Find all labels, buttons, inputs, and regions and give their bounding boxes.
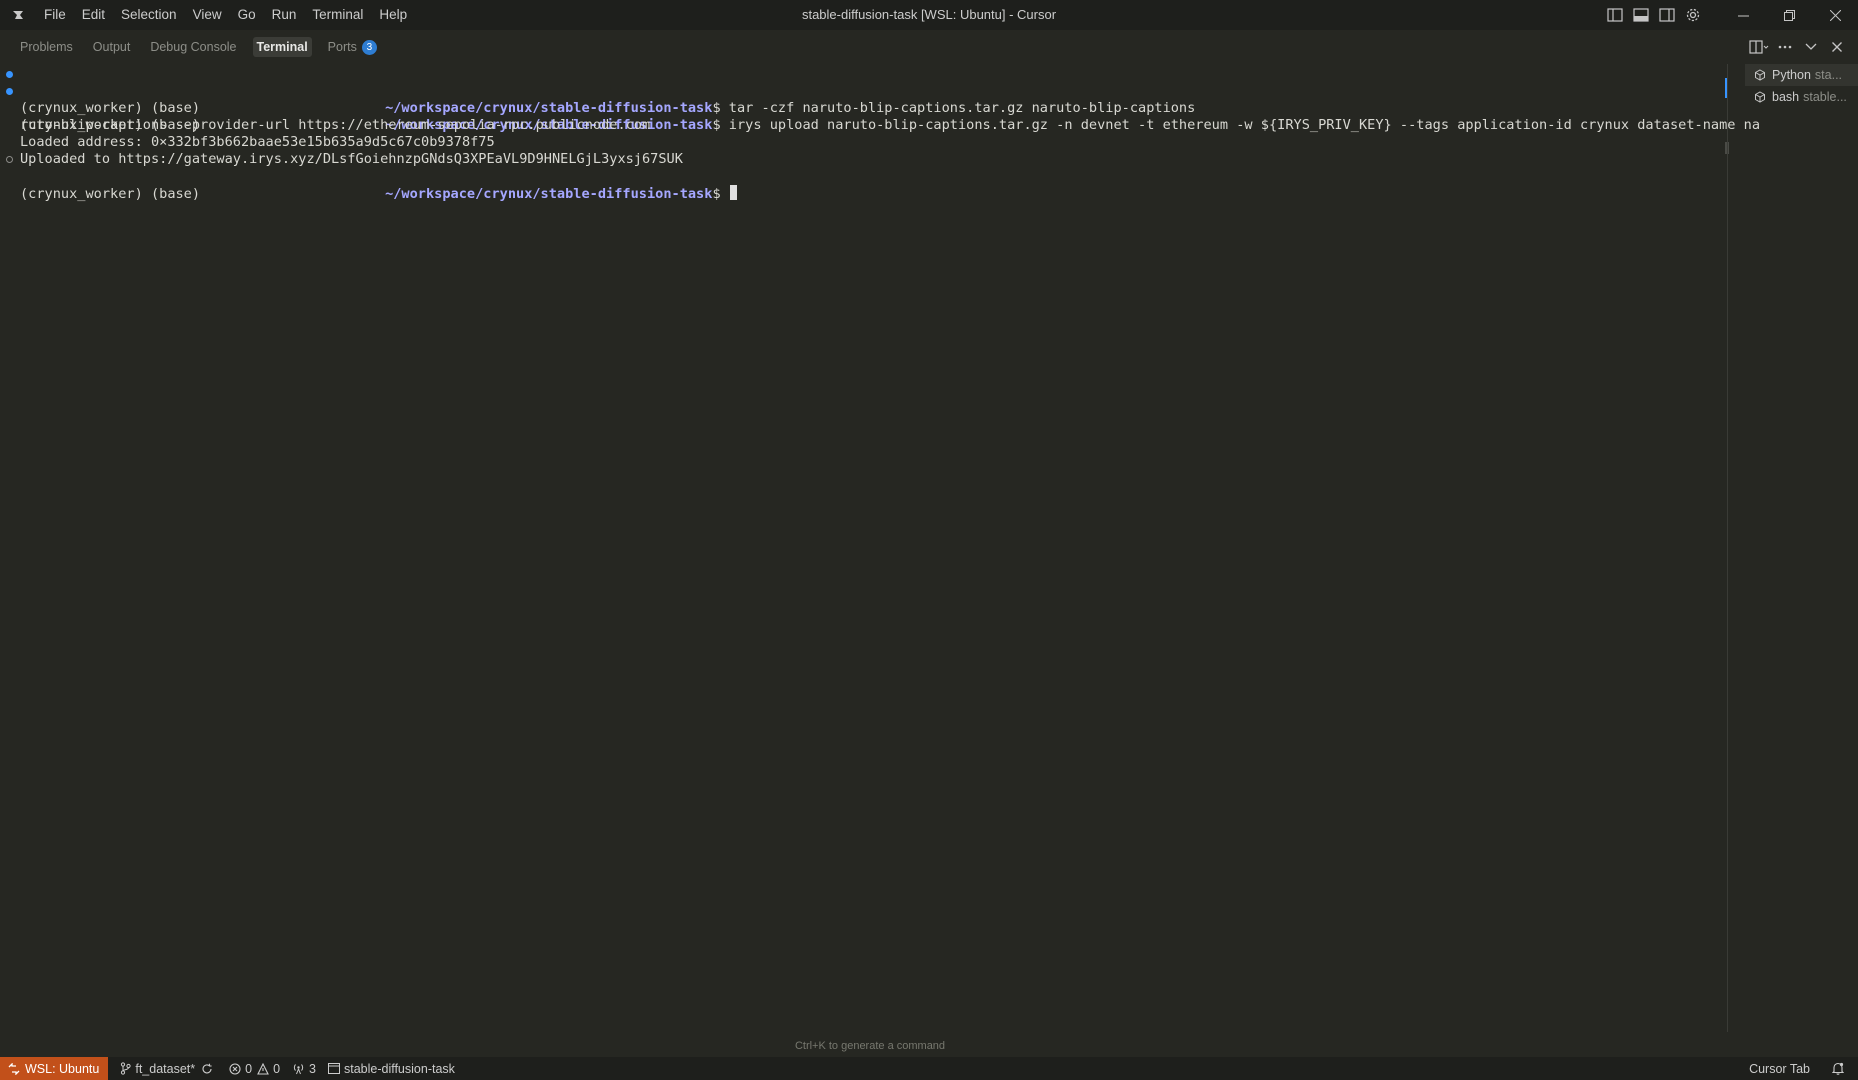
sync-icon[interactable]: [201, 1063, 213, 1075]
settings-gear-icon[interactable]: [1680, 0, 1706, 30]
tab-output[interactable]: Output: [83, 30, 141, 64]
status-bar: WSL: Ubuntu ft_dataset* 0 0 3 stable-dif…: [0, 1057, 1858, 1080]
menu-help[interactable]: Help: [371, 0, 415, 30]
terminal-line: Uploaded to https://gateway.irys.xyz/DLs…: [0, 134, 683, 167]
output-loaded-address: Loaded address: 0×332bf3b662baae53e15b63…: [20, 134, 495, 150]
command-text: irys upload naruto-blip-captions.tar.gz …: [720, 117, 1761, 133]
command-decoration-icon[interactable]: [6, 156, 13, 163]
title-bar-controls: [1602, 0, 1858, 30]
terminal-line: (crynux_worker) (base) ~/workspace/crynux…: [0, 83, 1760, 134]
remote-label: WSL: Ubuntu: [25, 1061, 100, 1076]
terminal-line: (crynux_worker) (base) ~/workspace/crynux…: [0, 151, 737, 202]
terminal-name: Python: [1772, 68, 1811, 82]
minimize-icon[interactable]: [1720, 0, 1766, 30]
menu-go[interactable]: Go: [230, 0, 264, 30]
collapse-panel-chevron-icon[interactable]: [1798, 30, 1824, 64]
remote-icon: [8, 1062, 20, 1075]
workspace-folder-label: stable-diffusion-task: [343, 1061, 455, 1076]
window-icon: [327, 1063, 340, 1074]
toggle-secondary-sidebar-icon[interactable]: [1654, 0, 1680, 30]
panel-header: Problems Output Debug Console Terminal P…: [0, 30, 1858, 64]
warning-count: 0: [273, 1061, 281, 1076]
terminal-line: ruto-blip-captions --provider-url https:…: [0, 100, 650, 133]
error-icon: [229, 1062, 241, 1075]
tab-terminal[interactable]: Terminal: [247, 30, 318, 64]
prompt-env: (crynux_worker) (base): [20, 186, 201, 202]
toggle-panel-icon[interactable]: [1628, 0, 1654, 30]
command-text: tar -czf naruto-blip-captions.tar.gz nar…: [720, 100, 1196, 116]
terminal-cursor: [729, 185, 737, 200]
git-branch-label: ft_dataset*: [135, 1061, 196, 1076]
close-window-icon[interactable]: [1812, 0, 1858, 30]
redacted-host: [200, 185, 386, 202]
menu-edit[interactable]: Edit: [74, 0, 113, 30]
ports-count: 3: [309, 1061, 316, 1076]
notifications-bell-icon[interactable]: [1826, 1057, 1854, 1080]
terminal-list-item-bash[interactable]: bash stable...: [1745, 86, 1858, 108]
status-bar-right: Cursor Tab: [1743, 1057, 1858, 1080]
remote-indicator[interactable]: WSL: Ubuntu: [0, 1057, 109, 1080]
menu-terminal[interactable]: Terminal: [304, 0, 371, 30]
terminal-detail: stable...: [1803, 90, 1847, 104]
python-terminal-icon: [1753, 68, 1767, 82]
prompt-cwd: ~/workspace/crynux/stable-diffusion-task: [385, 100, 713, 116]
terminal-detail: sta...: [1814, 68, 1843, 82]
cursor-logo-icon: [0, 0, 36, 30]
close-panel-icon[interactable]: [1824, 30, 1850, 64]
split-terminal-icon[interactable]: [1746, 30, 1772, 64]
menu-file[interactable]: File: [36, 0, 74, 30]
terminal-line: (crynux_worker) (base) ~/workspace/crynux…: [0, 66, 1195, 117]
prompt-cwd: ~/workspace/crynux/stable-diffusion-task: [385, 186, 713, 202]
tab-problems[interactable]: Problems: [10, 30, 83, 64]
title-bar: File Edit Selection View Go Run Terminal…: [0, 0, 1858, 30]
generate-command-hint: Ctrl+K to generate a command: [794, 1040, 946, 1052]
menu-selection[interactable]: Selection: [113, 0, 185, 30]
cursor-window: File Edit Selection View Go Run Terminal…: [0, 0, 1858, 1080]
tab-ports-label: Ports: [327, 40, 357, 54]
prompt-symbol: $: [712, 186, 721, 202]
workspace-folder-item[interactable]: stable-diffusion-task: [322, 1057, 461, 1080]
command-decoration-icon[interactable]: [6, 71, 13, 78]
restore-icon[interactable]: [1766, 0, 1812, 30]
panel-actions: [1746, 30, 1850, 64]
bash-terminal-icon: [1753, 90, 1767, 104]
prompt-symbol: $: [712, 100, 721, 116]
command-wrap-text: ruto-blip-captions --provider-url https:…: [20, 117, 651, 133]
output-uploaded-url: Uploaded to https://gateway.irys.xyz/DLs…: [20, 151, 683, 167]
git-branch-icon: [121, 1062, 131, 1075]
terminal-line: Loaded address: 0×332bf3b662baae53e15b63…: [0, 117, 495, 150]
menu-bar: File Edit Selection View Go Run Terminal…: [36, 0, 415, 30]
tab-debug-console[interactable]: Debug Console: [140, 30, 246, 64]
command-decoration-icon[interactable]: [6, 88, 13, 95]
radio-tower-icon: [293, 1063, 304, 1074]
error-count: 0: [245, 1061, 253, 1076]
menu-view[interactable]: View: [185, 0, 230, 30]
cursor-tab-item[interactable]: Cursor Tab: [1743, 1057, 1816, 1080]
terminal-name: bash: [1772, 90, 1800, 104]
toggle-primary-sidebar-icon[interactable]: [1602, 0, 1628, 30]
git-branch-item[interactable]: ft_dataset*: [114, 1057, 223, 1080]
tab-ports[interactable]: Ports 3: [318, 30, 387, 64]
problems-item[interactable]: 0 0: [223, 1057, 286, 1080]
terminal-list: Python sta... bash stable...: [1745, 64, 1858, 108]
terminal-view[interactable]: (crynux_worker) (base) ~/workspace/crynux…: [0, 64, 1760, 1057]
warning-icon: [257, 1062, 269, 1075]
terminal-list-divider: [1727, 64, 1728, 1032]
ports-count-badge: 3: [361, 39, 377, 55]
menu-run[interactable]: Run: [264, 0, 305, 30]
prompt-symbol: $: [712, 117, 721, 133]
panel-tabs: Problems Output Debug Console Terminal P…: [10, 30, 387, 64]
more-actions-icon[interactable]: [1772, 30, 1798, 64]
ports-item[interactable]: 3: [286, 1057, 322, 1080]
terminal-list-item-python[interactable]: Python sta...: [1745, 64, 1858, 86]
redacted-host: [200, 100, 386, 117]
